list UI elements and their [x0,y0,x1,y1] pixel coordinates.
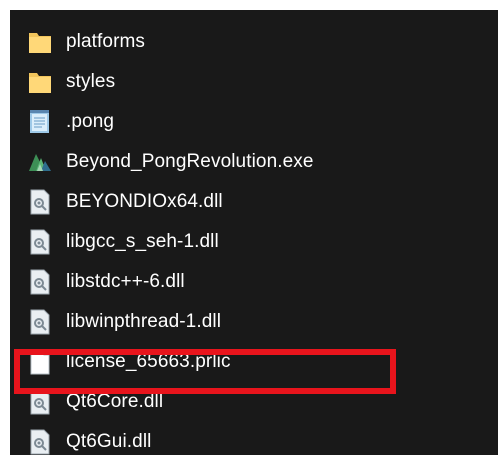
blank-file-icon [26,348,54,376]
dll-file-icon [26,268,54,296]
file-name: platforms [66,31,146,52]
dll-file-icon [26,188,54,216]
file-row-pong[interactable]: .pong [26,102,466,142]
file-name: libwinpthread-1.dll [66,311,222,332]
dll-file-icon [26,308,54,336]
dll-file-icon [26,428,54,455]
file-name: libgcc_s_seh-1.dll [66,231,219,252]
file-name: Qt6Gui.dll [66,431,152,452]
file-name: libstdc++-6.dll [66,271,185,292]
file-row-libstdc-dll[interactable]: libstdc++-6.dll [26,262,466,302]
file-list: platforms styles .pong Beyond_PongRevolu… [26,22,466,455]
file-row-qt6gui-dll[interactable]: Qt6Gui.dll [26,422,466,455]
file-name: license_65663.prlic [66,351,231,372]
file-row-beyond-exe[interactable]: Beyond_PongRevolution.exe [26,142,466,182]
file-name: styles [66,71,116,92]
dll-file-icon [26,228,54,256]
file-row-libwinpthread-dll[interactable]: libwinpthread-1.dll [26,302,466,342]
dll-file-icon [26,388,54,416]
file-row-license-prlic[interactable]: license_65663.prlic [26,342,466,382]
exe-app-icon [26,148,54,176]
file-name: Qt6Core.dll [66,391,164,412]
file-row-styles[interactable]: styles [26,62,466,102]
file-row-platforms[interactable]: platforms [26,22,466,62]
file-explorer-list-pane: platforms styles .pong Beyond_PongRevolu… [10,10,498,455]
file-row-libgcc-dll[interactable]: libgcc_s_seh-1.dll [26,222,466,262]
screenshot-frame: platforms styles .pong Beyond_PongRevolu… [0,0,498,455]
file-name: BEYONDIOx64.dll [66,191,223,212]
file-row-beyondiox64-dll[interactable]: BEYONDIOx64.dll [26,182,466,222]
folder-icon [26,28,54,56]
notepad-file-icon [26,108,54,136]
file-row-qt6core-dll[interactable]: Qt6Core.dll [26,382,466,422]
file-name: .pong [66,111,115,132]
folder-icon [26,68,54,96]
file-name: Beyond_PongRevolution.exe [66,151,314,172]
